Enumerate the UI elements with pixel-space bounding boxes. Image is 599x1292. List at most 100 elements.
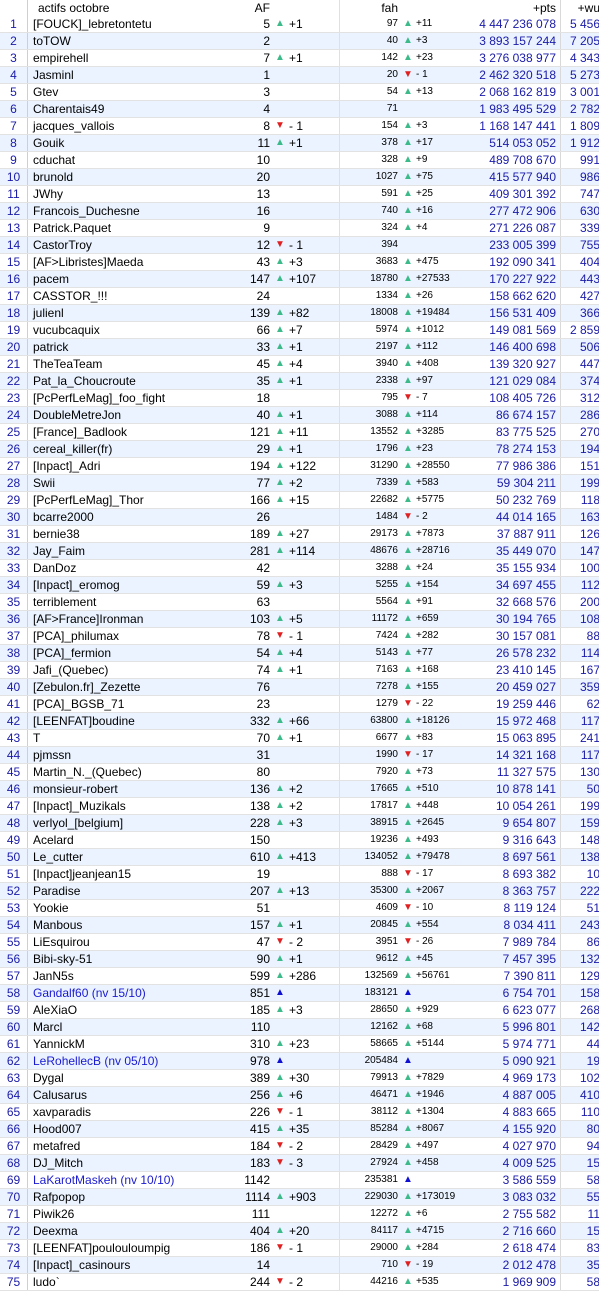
af-rank: 26 <box>213 508 274 526</box>
fah-rank: 22682 <box>339 491 402 509</box>
up-arrow-icon: ▲ <box>275 460 285 471</box>
table-row: 26 cereal_killer(fr) 29 ▲ +1 1796 ▲ +23 78 274 1… <box>0 440 599 458</box>
table-row: 61 YannickM 310 ▲ +23 58665 ▲ +5144 5 974 771 44 <box>0 1035 599 1053</box>
af-trend: ▲ <box>274 304 286 322</box>
rank-cell: 32 <box>0 542 28 560</box>
rank-cell: 25 <box>0 423 28 441</box>
table-row: 12 Francois_Duchesne 16 740 ▲ +16 277 472 906 6… <box>0 202 599 220</box>
down-arrow-icon: ▼ <box>275 1157 285 1168</box>
up-arrow-icon: ▲ <box>403 1004 413 1015</box>
table-row: 6 Charentais49 4 71 1 983 495 529 2 782 <box>0 100 599 118</box>
rank-cell: 50 <box>0 848 28 866</box>
wu-gain: 991 <box>560 151 599 169</box>
up-arrow-icon: ▲ <box>403 273 413 284</box>
table-row: 4 Jasminl 1 20 ▼ - 12 462 320 518 5 273 <box>0 66 599 84</box>
fah-trend: ▲ <box>402 763 414 781</box>
rank-cell: 11 <box>0 185 28 203</box>
up-arrow-icon: ▲ <box>403 579 413 590</box>
wu-gain: 163 <box>560 508 599 526</box>
fah-trend: ▲ <box>402 1103 414 1121</box>
rank-cell: 48 <box>0 814 28 832</box>
af-rank: 207 <box>213 882 274 900</box>
up-arrow-icon: ▲ <box>403 596 413 607</box>
points-gain: 8 363 757 <box>466 882 561 900</box>
fah-trend: ▲ <box>402 610 414 628</box>
af-change: +5 <box>286 610 340 628</box>
fah-trend: ▲ <box>402 474 414 492</box>
af-trend: ▲ <box>274 610 286 628</box>
table-row: 64 Calusarus 256 ▲ +6 46471 ▲ +1946 4 887 005 410 <box>0 1086 599 1104</box>
af-trend: ▲ <box>274 134 286 152</box>
af-trend <box>274 678 286 696</box>
up-arrow-icon: ▲ <box>403 443 413 454</box>
af-change <box>286 593 340 611</box>
af-rank: 1142 <box>213 1171 274 1189</box>
af-change: +114 <box>286 542 340 560</box>
af-trend: ▲ <box>274 848 286 866</box>
fah-change: +25 <box>414 185 466 203</box>
fah-change: +28716 <box>414 542 466 560</box>
af-trend: ▲ <box>274 882 286 900</box>
member-name: [LEENFAT]boudine <box>27 712 213 730</box>
up-arrow-icon: ▲ <box>403 171 413 182</box>
af-change: - 2 <box>286 933 340 951</box>
points-gain: 139 320 927 <box>466 355 561 373</box>
af-rank: 51 <box>213 899 274 917</box>
af-rank: 136 <box>213 780 274 798</box>
af-rank: 110 <box>213 1018 274 1036</box>
member-name: Swii <box>27 474 213 492</box>
af-rank: 404 <box>213 1222 274 1240</box>
member-name: [Zebulon.fr]_Zezette <box>27 678 213 696</box>
fah-rank: 205484 <box>339 1052 402 1070</box>
af-change: +3 <box>286 576 340 594</box>
points-gain: 233 005 399 <box>466 236 561 254</box>
af-trend: ▲ <box>274 525 286 543</box>
wu-gain: 114 <box>560 644 599 662</box>
member-name: pjmssn <box>27 746 213 764</box>
af-change <box>286 1205 340 1223</box>
wu-gain: 142 <box>560 1018 599 1036</box>
table-row: 14 CastorTroy 12 ▼ - 1 394 233 005 399 755 <box>0 236 599 254</box>
table-row: 58 Gandalf60 (nv 15/10) 851 ▲ 183121 ▲ 6 754 7… <box>0 984 599 1002</box>
af-change: - 3 <box>286 1154 340 1172</box>
fah-trend: ▲ <box>402 848 414 866</box>
points-gain: 8 693 382 <box>466 865 561 883</box>
af-rank: 139 <box>213 304 274 322</box>
af-trend: ▲ <box>274 1069 286 1087</box>
up-arrow-icon: ▲ <box>403 851 413 862</box>
af-rank: 77 <box>213 474 274 492</box>
fah-rank: 12272 <box>339 1205 402 1223</box>
member-name: DanDoz <box>27 559 213 577</box>
fah-change: +408 <box>414 355 466 373</box>
table-row: 56 Bibi-sky-51 90 ▲ +1 9612 ▲ +45 7 457 395 132 <box>0 950 599 968</box>
af-rank: 183 <box>213 1154 274 1172</box>
fah-rank: 154 <box>339 117 402 135</box>
wu-gain: 83 <box>560 1239 599 1257</box>
up-arrow-icon: ▲ <box>403 1038 413 1049</box>
wu-gain: 126 <box>560 525 599 543</box>
fah-change <box>414 236 466 254</box>
af-trend: ▲ <box>274 406 286 424</box>
af-change <box>286 678 340 696</box>
af-rank: 43 <box>213 253 274 271</box>
fah-change: +554 <box>414 916 466 934</box>
fah-trend: ▲ <box>402 1273 414 1291</box>
points-gain: 170 227 922 <box>466 270 561 288</box>
wu-gain: 117 <box>560 712 599 730</box>
member-name: ludo` <box>27 1273 213 1291</box>
member-name: TheTeaTeam <box>27 355 213 373</box>
fah-trend: ▲ <box>402 372 414 390</box>
af-change <box>286 151 340 169</box>
wu-gain: 7 205 <box>560 32 599 50</box>
fah-trend: ▲ <box>402 151 414 169</box>
member-name: Deexma <box>27 1222 213 1240</box>
af-rank: 184 <box>213 1137 274 1155</box>
fah-rank: 2197 <box>339 338 402 356</box>
rank-cell: 63 <box>0 1069 28 1087</box>
member-name: cduchat <box>27 151 213 169</box>
rank-cell: 45 <box>0 763 28 781</box>
af-trend <box>274 389 286 407</box>
fah-rank: 58665 <box>339 1035 402 1053</box>
fah-change: - 26 <box>414 933 466 951</box>
up-arrow-icon: ▲ <box>403 1276 413 1287</box>
